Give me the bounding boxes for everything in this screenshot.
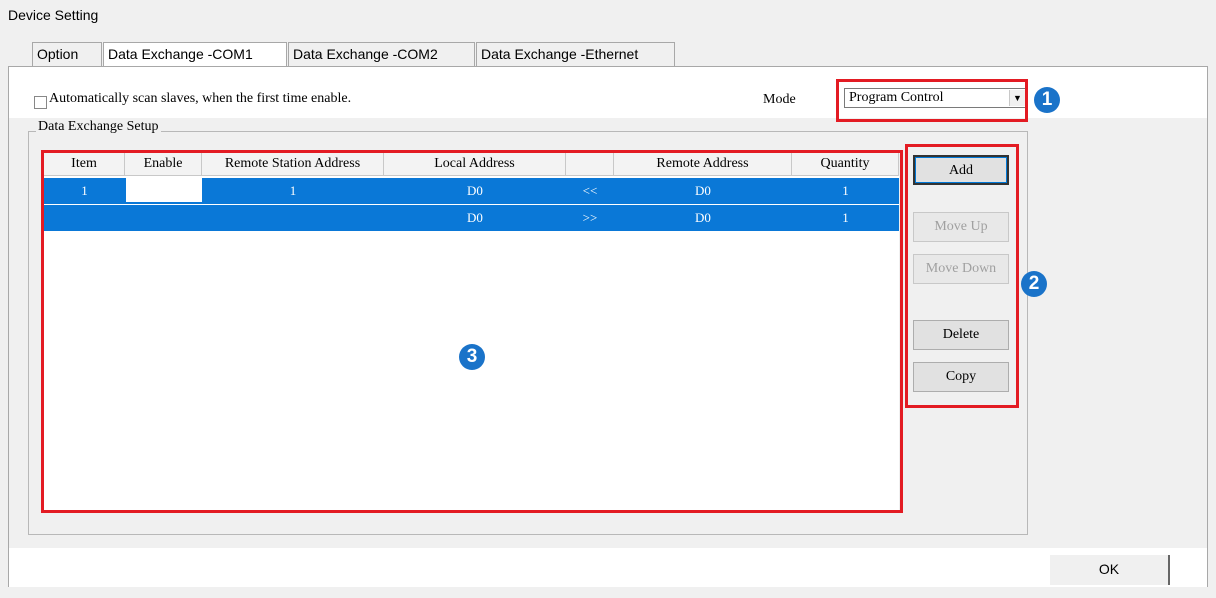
group-legend: Data Exchange Setup [36, 119, 161, 135]
tab-data-exchange-ethernet[interactable]: Data Exchange -Ethernet [476, 42, 675, 67]
annotation-marker-3: 3 [459, 344, 485, 370]
auto-scan-checkbox[interactable] [34, 96, 47, 109]
window-title: Device Setting [8, 7, 99, 23]
ok-button[interactable]: OK [1050, 555, 1170, 585]
annotation-box-table [41, 150, 903, 513]
annotation-box-mode [836, 79, 1028, 122]
tab-data-exchange-com2[interactable]: Data Exchange -COM2 [288, 42, 475, 67]
tab-option[interactable]: Option [32, 42, 102, 67]
auto-scan-label: Automatically scan slaves, when the firs… [49, 91, 352, 106]
annotation-box-buttons [905, 144, 1019, 408]
annotation-marker-1: 1 [1034, 87, 1060, 113]
annotation-marker-2: 2 [1021, 271, 1047, 297]
tab-data-exchange-com1[interactable]: Data Exchange -COM1 [103, 42, 287, 67]
mode-label: Mode [763, 92, 796, 107]
